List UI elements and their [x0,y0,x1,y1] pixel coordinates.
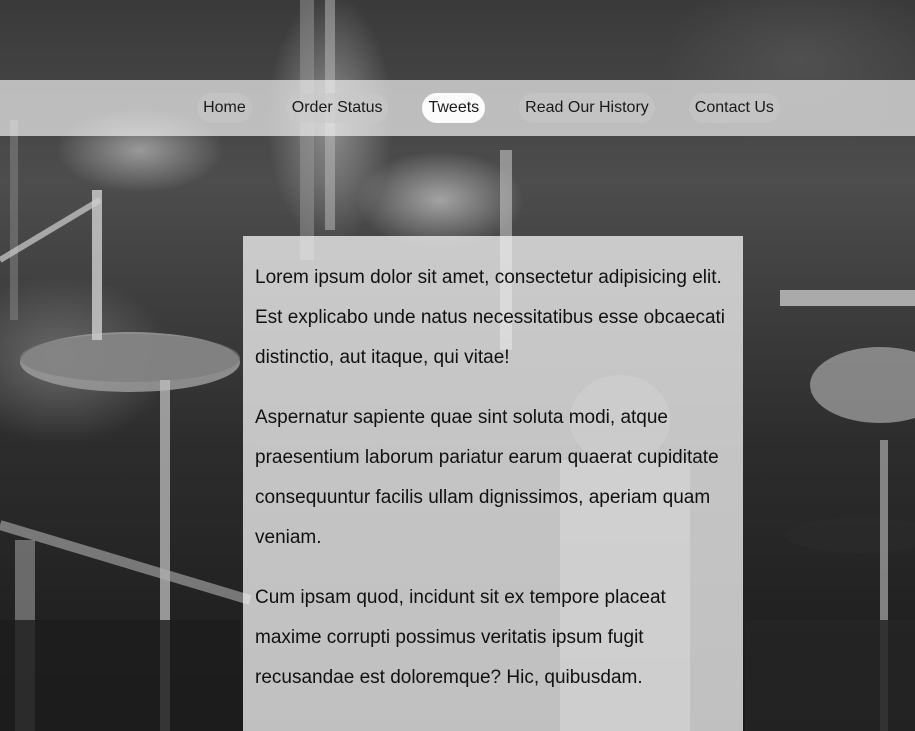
paragraph-1: Lorem ipsum dolor sit amet, consectetur … [255,267,726,368]
nav-read-our-history[interactable]: Read Our History [519,93,655,123]
nav-tweets[interactable]: Tweets [422,93,486,123]
main-nav: Home Order Status Tweets Read Our Histor… [0,80,915,136]
paragraph-2: Aspernatur sapiente quae sint soluta mod… [255,407,719,548]
content-panel: Lorem ipsum dolor sit amet, consectetur … [243,236,743,731]
nav-order-status[interactable]: Order Status [285,93,389,123]
nav-home[interactable]: Home [197,93,252,123]
nav-contact-us[interactable]: Contact Us [688,93,780,123]
paragraph-3: Cum ipsam quod, incidunt sit ex tempore … [255,587,666,688]
